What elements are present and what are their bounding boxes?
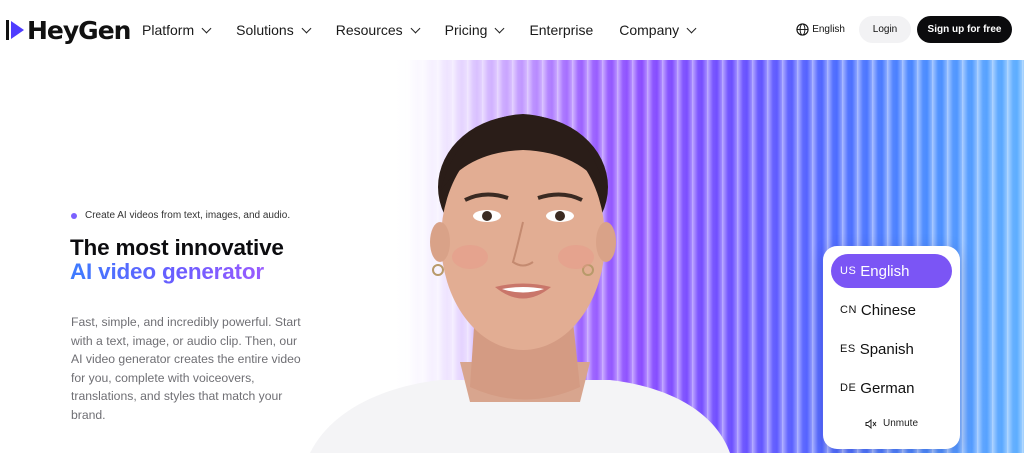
language-name: English	[860, 262, 910, 280]
signup-button[interactable]: Sign up for free	[917, 16, 1012, 43]
hero-description: Fast, simple, and incredibly powerful. S…	[71, 315, 301, 422]
nav-item-label: Platform	[142, 22, 195, 38]
hero-title-line2: AI video generator	[70, 259, 264, 284]
nav-item-resources[interactable]: Resources	[335, 22, 421, 38]
nav-item-solutions[interactable]: Solutions	[236, 22, 312, 38]
language-code: CN	[840, 304, 857, 316]
nav-item-platform[interactable]: Platform	[142, 22, 212, 38]
language-option-chinese[interactable]: CN Chinese	[831, 293, 952, 327]
nav-item-label: Enterprise	[529, 22, 594, 38]
top-navigation-bar: HeyGen Platform Solutions Resources Pric…	[0, 0, 1024, 60]
eyebrow-text: Create AI videos from text, images, and …	[85, 210, 291, 221]
chevron-down-icon	[686, 23, 697, 33]
language-name: Chinese	[860, 301, 916, 319]
language-label: English	[812, 24, 845, 35]
nav-item-label: Resources	[335, 22, 403, 38]
heygen-logo[interactable]: HeyGen	[6, 14, 131, 46]
globe-icon	[796, 23, 809, 36]
unmute-label: Unmute	[882, 418, 918, 429]
nav-item-label: Solutions	[236, 22, 294, 38]
language-switcher-card: US English CN Chinese ES Spanish DE Germ…	[823, 246, 960, 449]
language-selector[interactable]: English	[796, 23, 845, 36]
eyebrow-dot	[71, 212, 77, 219]
language-option-english[interactable]: US English	[831, 254, 952, 288]
language-name: Spanish	[859, 340, 914, 358]
login-button[interactable]: Login	[859, 16, 911, 43]
avatar-video[interactable]	[310, 112, 730, 453]
unmute-button[interactable]: Unmute	[823, 418, 960, 429]
chevron-down-icon	[201, 23, 212, 33]
nav-item-enterprise[interactable]: Enterprise	[529, 22, 593, 38]
language-option-spanish[interactable]: ES Spanish	[831, 332, 952, 366]
play-logo-icon	[6, 20, 24, 40]
nav-item-company[interactable]: Company	[619, 22, 697, 38]
chevron-down-icon	[410, 23, 421, 33]
header-actions: English Login Sign up for free	[796, 16, 1012, 43]
primary-nav: Platform Solutions Resources Pricing Ent…	[142, 0, 721, 60]
language-option-german[interactable]: DE German	[831, 371, 952, 405]
hero-title-line1: The most innovative	[70, 235, 284, 260]
chevron-down-icon	[301, 23, 312, 33]
language-name: German	[860, 379, 915, 397]
mute-speaker-icon	[865, 418, 877, 429]
nav-item-label: Pricing	[444, 22, 488, 38]
nav-item-label: Company	[619, 22, 680, 38]
language-code: ES	[840, 343, 856, 355]
language-code: US	[840, 265, 857, 277]
logo-text: HeyGen	[27, 15, 131, 45]
language-code: DE	[840, 382, 857, 394]
hero-eyebrow: Create AI videos from text, images, and …	[71, 210, 290, 221]
chevron-down-icon	[494, 23, 505, 33]
nav-item-pricing[interactable]: Pricing	[444, 22, 505, 38]
